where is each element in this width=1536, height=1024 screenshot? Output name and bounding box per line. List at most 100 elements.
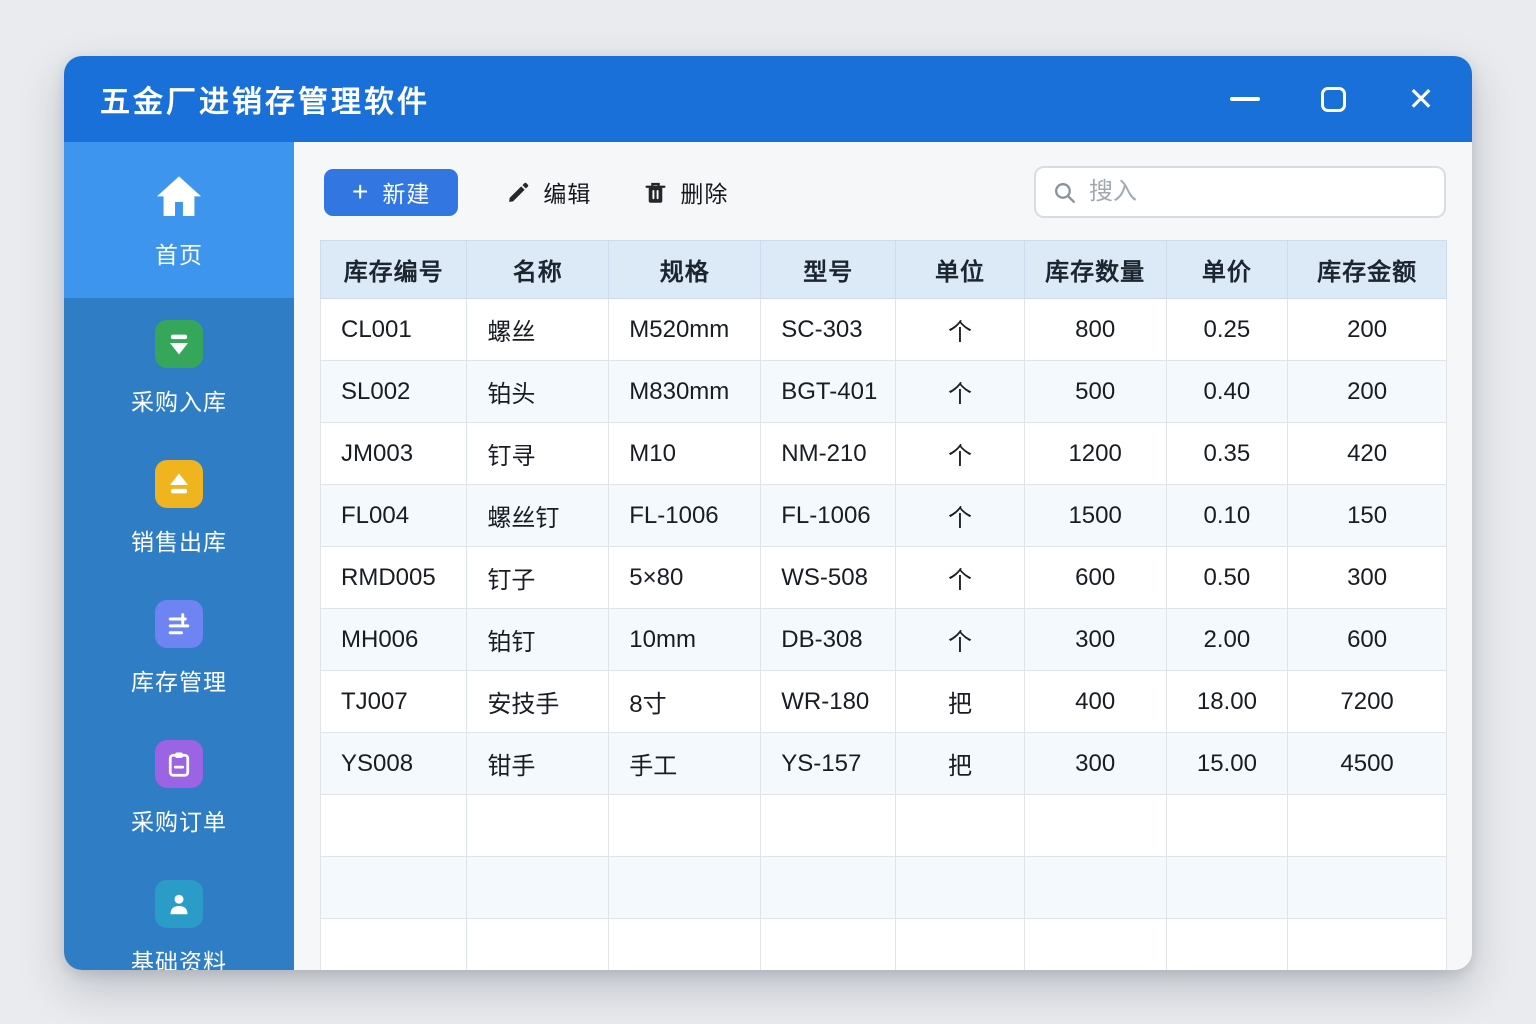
table-cell: 个 bbox=[895, 484, 1025, 547]
col-header-model[interactable]: 型号 bbox=[760, 240, 897, 299]
inventory-table-body: CL001 螺丝 M520mm SC-303 个 800 0.25 200 SL002 铂头 M83… bbox=[319, 298, 1447, 970]
empty-row bbox=[319, 794, 1447, 857]
empty-cell bbox=[1165, 794, 1289, 857]
inventory-table: 库存编号 名称 规格 型号 单位 库存数量 单价 库存金额 CL001 螺丝 M52… bbox=[319, 240, 1447, 970]
empty-cell bbox=[895, 794, 1025, 857]
empty-cell bbox=[1287, 918, 1447, 970]
inventory-table-wrap: 库存编号 名称 规格 型号 单位 库存数量 单价 库存金额 CL001 螺丝 M52… bbox=[319, 240, 1447, 970]
col-header-unit[interactable]: 单位 bbox=[895, 240, 1025, 299]
table-cell: 螺丝钉 bbox=[466, 484, 610, 547]
table-cell: 500 bbox=[1023, 360, 1167, 423]
close-icon: ✕ bbox=[1407, 81, 1435, 117]
main-content: + 新建 编辑 删除 搜入 库存编号 名称 规格 型号 单位 库存数量 单价 库… bbox=[294, 142, 1472, 970]
empty-cell bbox=[319, 918, 468, 970]
sidebar-item-purchase-orders[interactable]: 采购订单 bbox=[64, 718, 294, 858]
table-row[interactable]: JM003 钉寻 M10 NM-210 个 1200 0.35 420 bbox=[319, 422, 1447, 485]
table-cell: TJ007 bbox=[319, 670, 468, 733]
sidebar-item-basic-data[interactable]: 基础资料 bbox=[64, 858, 294, 970]
delete-button-label: 删除 bbox=[680, 181, 729, 207]
empty-cell bbox=[1023, 856, 1167, 919]
empty-cell bbox=[760, 856, 897, 919]
empty-cell bbox=[760, 794, 897, 857]
table-row[interactable]: TJ007 安技手 8寸 WR-180 把 400 18.00 7200 bbox=[319, 670, 1447, 733]
empty-cell bbox=[608, 856, 762, 919]
table-cell: SC-303 bbox=[760, 298, 897, 361]
minimize-button[interactable] bbox=[1228, 82, 1262, 116]
delete-button[interactable]: 删除 bbox=[643, 175, 728, 209]
table-cell: 把 bbox=[895, 732, 1025, 795]
user-icon bbox=[155, 879, 203, 928]
col-header-stock-value[interactable]: 库存金额 bbox=[1287, 240, 1447, 299]
sidebar-item-label: 采购订单 bbox=[131, 808, 227, 835]
table-cell: WR-180 bbox=[760, 670, 897, 733]
table-cell: 15.00 bbox=[1165, 732, 1289, 795]
sidebar-item-label: 首页 bbox=[155, 241, 203, 268]
table-cell: CL001 bbox=[319, 298, 468, 361]
maximize-button[interactable] bbox=[1316, 82, 1350, 116]
sidebar-item-inventory[interactable]: 库存管理 bbox=[64, 578, 294, 718]
table-cell: FL-1006 bbox=[760, 484, 897, 547]
table-row[interactable]: SL002 铂头 M830mm BGT-401 个 500 0.40 200 bbox=[319, 360, 1447, 423]
sidebar-item-sales-out[interactable]: 销售出库 bbox=[64, 438, 294, 578]
sidebar: 首页 采购入库 销售出库 库存管理 采购订单 基础资料 bbox=[64, 142, 294, 970]
table-cell: 800 bbox=[1023, 298, 1167, 361]
table-row[interactable]: MH006 铂钉 10mm DB-308 个 300 2.00 600 bbox=[319, 608, 1447, 671]
table-cell: WS-508 bbox=[760, 546, 897, 609]
col-header-item-code[interactable]: 库存编号 bbox=[319, 240, 468, 299]
table-cell: 钳手 bbox=[466, 732, 610, 795]
empty-cell bbox=[466, 794, 610, 857]
magnifier-icon bbox=[1055, 182, 1076, 203]
table-cell: 手工 bbox=[608, 732, 762, 795]
table-cell: M520mm bbox=[608, 298, 762, 361]
table-cell: 钉子 bbox=[466, 546, 610, 609]
table-cell: 个 bbox=[895, 608, 1025, 671]
search-input[interactable] bbox=[1089, 178, 1428, 206]
minimize-icon bbox=[1230, 97, 1260, 101]
sidebar-item-home[interactable]: 首页 bbox=[64, 142, 294, 298]
col-header-unit-price[interactable]: 单价 bbox=[1165, 240, 1289, 299]
col-header-name[interactable]: 名称 bbox=[466, 240, 610, 299]
empty-cell bbox=[1023, 794, 1167, 857]
close-button[interactable]: ✕ bbox=[1404, 82, 1438, 116]
table-cell: 18.00 bbox=[1165, 670, 1289, 733]
empty-cell bbox=[466, 856, 610, 919]
empty-row bbox=[319, 918, 1447, 970]
table-cell: 7200 bbox=[1287, 670, 1447, 733]
table-cell: 0.35 bbox=[1165, 422, 1289, 485]
table-cell: MH006 bbox=[319, 608, 468, 671]
empty-cell bbox=[466, 918, 610, 970]
empty-cell bbox=[760, 918, 897, 970]
clipboard-icon bbox=[155, 739, 203, 788]
col-header-spec[interactable]: 规格 bbox=[608, 240, 762, 299]
home-icon bbox=[156, 175, 202, 216]
table-cell: SL002 bbox=[319, 360, 468, 423]
table-cell: 个 bbox=[895, 298, 1025, 361]
window-title: 五金厂进销存管理软件 bbox=[100, 86, 430, 119]
toolbar: + 新建 编辑 删除 搜入 bbox=[324, 166, 1446, 218]
table-row[interactable]: YS008 钳手 手工 YS-157 把 300 15.00 4500 bbox=[319, 732, 1447, 795]
table-cell: FL004 bbox=[319, 484, 468, 547]
table-cell: YS008 bbox=[319, 732, 468, 795]
table-cell: 600 bbox=[1023, 546, 1167, 609]
table-cell: 5×80 bbox=[608, 546, 762, 609]
col-header-stock-qty[interactable]: 库存数量 bbox=[1023, 240, 1167, 299]
table-row[interactable]: FL004 螺丝钉 FL-1006 FL-1006 个 1500 0.10 150 bbox=[319, 484, 1447, 547]
titlebar: 五金厂进销存管理软件 ✕ bbox=[64, 56, 1472, 142]
sidebar-item-label: 销售出库 bbox=[131, 528, 227, 555]
empty-row bbox=[319, 856, 1447, 919]
edit-button[interactable]: 编辑 bbox=[506, 175, 591, 209]
sidebar-item-purchase-in[interactable]: 采购入库 bbox=[64, 298, 294, 438]
table-cell: NM-210 bbox=[760, 422, 897, 485]
edit-button-label: 编辑 bbox=[543, 181, 592, 207]
empty-cell bbox=[895, 856, 1025, 919]
empty-cell bbox=[319, 794, 468, 857]
empty-cell bbox=[1165, 856, 1289, 919]
empty-cell bbox=[1287, 794, 1447, 857]
new-button-label: 新建 bbox=[382, 181, 431, 207]
table-row[interactable]: CL001 螺丝 M520mm SC-303 个 800 0.25 200 bbox=[319, 298, 1447, 361]
table-cell: 2.00 bbox=[1165, 608, 1289, 671]
app-window: 五金厂进销存管理软件 ✕ 首页 采购入库 销售出库 库存管理 采购订单 基础资料… bbox=[64, 56, 1472, 970]
table-cell: 0.50 bbox=[1165, 546, 1289, 609]
table-row[interactable]: RMD005 钉子 5×80 WS-508 个 600 0.50 300 bbox=[319, 546, 1447, 609]
new-button[interactable]: + 新建 bbox=[324, 168, 459, 216]
